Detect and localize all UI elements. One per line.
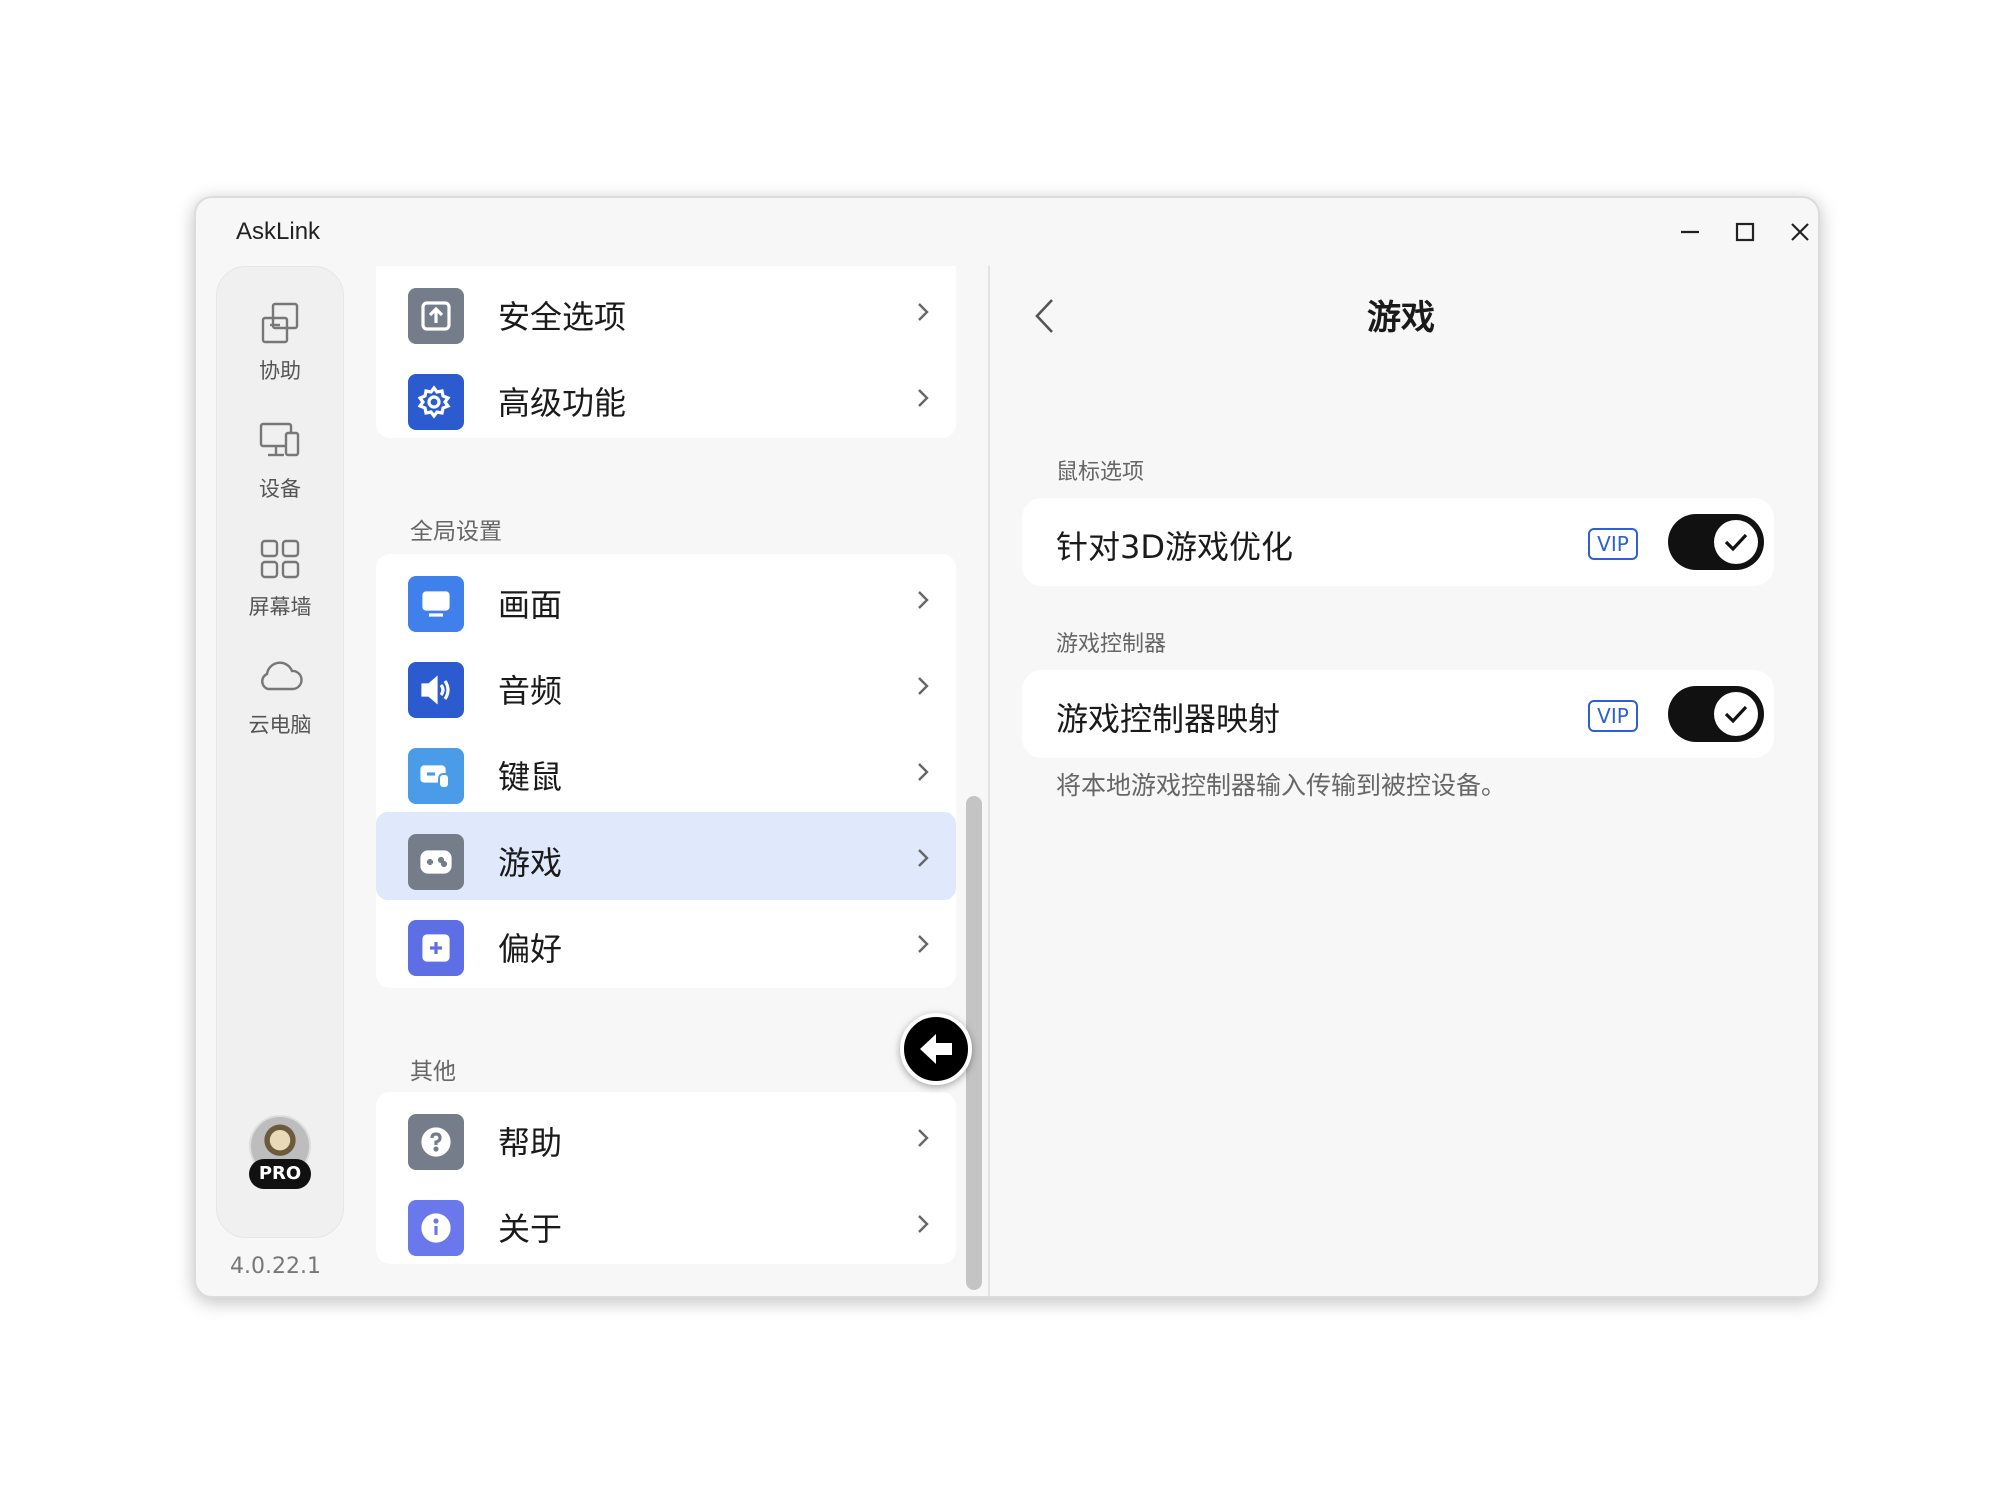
section-label-mouse: 鼠标选项 bbox=[1056, 460, 1145, 485]
setting-description: 将本地游戏控制器输入传输到被控设备。 bbox=[1056, 771, 1507, 800]
app-title: AskLink bbox=[236, 218, 321, 245]
gear-sparkle-icon bbox=[408, 374, 464, 430]
setting-controller-mapping: 游戏控制器映射 VIP bbox=[1022, 670, 1774, 758]
assist-icon bbox=[261, 302, 299, 344]
keyboard-mouse-icon bbox=[408, 748, 464, 804]
chevron-right-icon bbox=[916, 302, 930, 326]
top-card: 安全选项 高级功能 bbox=[376, 266, 956, 438]
settings-item-label: 画面 bbox=[498, 586, 563, 624]
nav-label-screen-wall: 屏幕墙 bbox=[248, 595, 312, 619]
chevron-right-icon bbox=[916, 934, 930, 958]
settings-item-label: 高级功能 bbox=[498, 384, 627, 422]
close-icon bbox=[1791, 223, 1809, 241]
maximize-button[interactable] bbox=[1721, 212, 1769, 252]
minimize-icon bbox=[1681, 230, 1699, 234]
toggle-controller-mapping[interactable] bbox=[1668, 686, 1764, 742]
minimize-button[interactable] bbox=[1666, 212, 1714, 252]
settings-list[interactable]: 安全选项 高级功能 全局设置 画面 音频 键鼠 游戏 偏好 其他 帮助 关于 bbox=[376, 266, 956, 1296]
version-label: 4.0.22.1 bbox=[230, 1254, 321, 1279]
settings-item-label: 帮助 bbox=[498, 1124, 563, 1162]
info-icon bbox=[408, 1200, 464, 1256]
chevron-right-icon bbox=[916, 1214, 930, 1238]
chevron-right-icon bbox=[916, 590, 930, 614]
cursor-arrow-icon bbox=[900, 1013, 972, 1085]
page-title: 游戏 bbox=[1367, 298, 1435, 338]
settings-item-display[interactable]: 画面 bbox=[376, 554, 956, 642]
pro-badge: PRO bbox=[249, 1159, 311, 1189]
chevron-right-icon bbox=[916, 1128, 930, 1152]
settings-item-help[interactable]: 帮助 bbox=[376, 1092, 956, 1180]
nav-item-screen-wall[interactable]: 屏幕墙 bbox=[217, 535, 343, 645]
user-avatar[interactable]: PRO bbox=[249, 1115, 311, 1193]
settings-item-about[interactable]: 关于 bbox=[376, 1178, 956, 1266]
settings-item-label: 关于 bbox=[498, 1210, 563, 1248]
chevron-right-icon bbox=[916, 762, 930, 786]
nav-item-cloud-pc[interactable]: 云电脑 bbox=[217, 653, 343, 763]
pane-divider bbox=[988, 266, 990, 1296]
other-settings-card: 帮助 关于 bbox=[376, 1092, 956, 1264]
settings-item-label: 偏好 bbox=[498, 930, 563, 968]
setting-label: 游戏控制器映射 bbox=[1056, 700, 1281, 738]
settings-item-label: 键鼠 bbox=[498, 758, 563, 796]
section-label-other: 其他 bbox=[410, 1059, 456, 1085]
cloud-pc-icon bbox=[261, 661, 303, 691]
chevron-right-icon bbox=[916, 388, 930, 412]
gamepad-icon bbox=[408, 834, 464, 890]
close-button[interactable] bbox=[1776, 212, 1818, 252]
settings-item-security[interactable]: 安全选项 bbox=[376, 266, 956, 354]
check-icon bbox=[1714, 692, 1758, 736]
speaker-icon bbox=[408, 662, 464, 718]
upload-shield-icon bbox=[408, 288, 464, 344]
nav-item-devices[interactable]: 设备 bbox=[217, 417, 343, 527]
settings-item-label: 音频 bbox=[498, 672, 563, 710]
settings-item-preferences[interactable]: 偏好 bbox=[376, 898, 956, 986]
settings-item-label: 安全选项 bbox=[498, 298, 627, 336]
chevron-left-icon bbox=[1035, 299, 1053, 333]
monitor-icon bbox=[408, 576, 464, 632]
title-bar[interactable]: AskLink bbox=[196, 198, 1818, 262]
global-settings-card: 画面 音频 键鼠 游戏 偏好 bbox=[376, 554, 956, 988]
settings-item-advanced[interactable]: 高级功能 bbox=[376, 352, 956, 440]
chevron-right-icon bbox=[916, 848, 930, 872]
toggle-3d-optimization[interactable] bbox=[1668, 514, 1764, 570]
nav-label-cloud-pc: 云电脑 bbox=[248, 713, 312, 737]
nav-label-devices: 设备 bbox=[259, 477, 301, 501]
chevron-right-icon bbox=[916, 676, 930, 700]
app-window: AskLink 协助 设备 屏幕墙 云电脑 PRO 4.0.22.1 安全选项 … bbox=[194, 196, 1820, 1298]
setting-3d-optimization: 针对3D游戏优化 VIP bbox=[1022, 498, 1774, 586]
settings-item-label: 游戏 bbox=[498, 844, 563, 882]
section-label-global: 全局设置 bbox=[410, 519, 502, 545]
section-label-controller: 游戏控制器 bbox=[1056, 632, 1167, 657]
nav-item-assist[interactable]: 协助 bbox=[217, 299, 343, 409]
screen-wall-icon bbox=[260, 539, 300, 579]
maximize-icon bbox=[1735, 222, 1755, 242]
settings-item-game[interactable]: 游戏 bbox=[376, 812, 956, 900]
side-nav: 协助 设备 屏幕墙 云电脑 PRO bbox=[216, 266, 344, 1238]
settings-item-keyboard-mouse[interactable]: 键鼠 bbox=[376, 726, 956, 814]
devices-icon bbox=[259, 422, 300, 457]
check-icon bbox=[1714, 520, 1758, 564]
plus-square-icon bbox=[408, 920, 464, 976]
vip-badge: VIP bbox=[1588, 700, 1638, 732]
back-button[interactable] bbox=[1024, 288, 1064, 344]
help-icon bbox=[408, 1114, 464, 1170]
nav-label-assist: 协助 bbox=[259, 359, 301, 383]
settings-item-audio[interactable]: 音频 bbox=[376, 640, 956, 728]
setting-label: 针对3D游戏优化 bbox=[1056, 528, 1294, 566]
vip-badge: VIP bbox=[1588, 528, 1638, 560]
